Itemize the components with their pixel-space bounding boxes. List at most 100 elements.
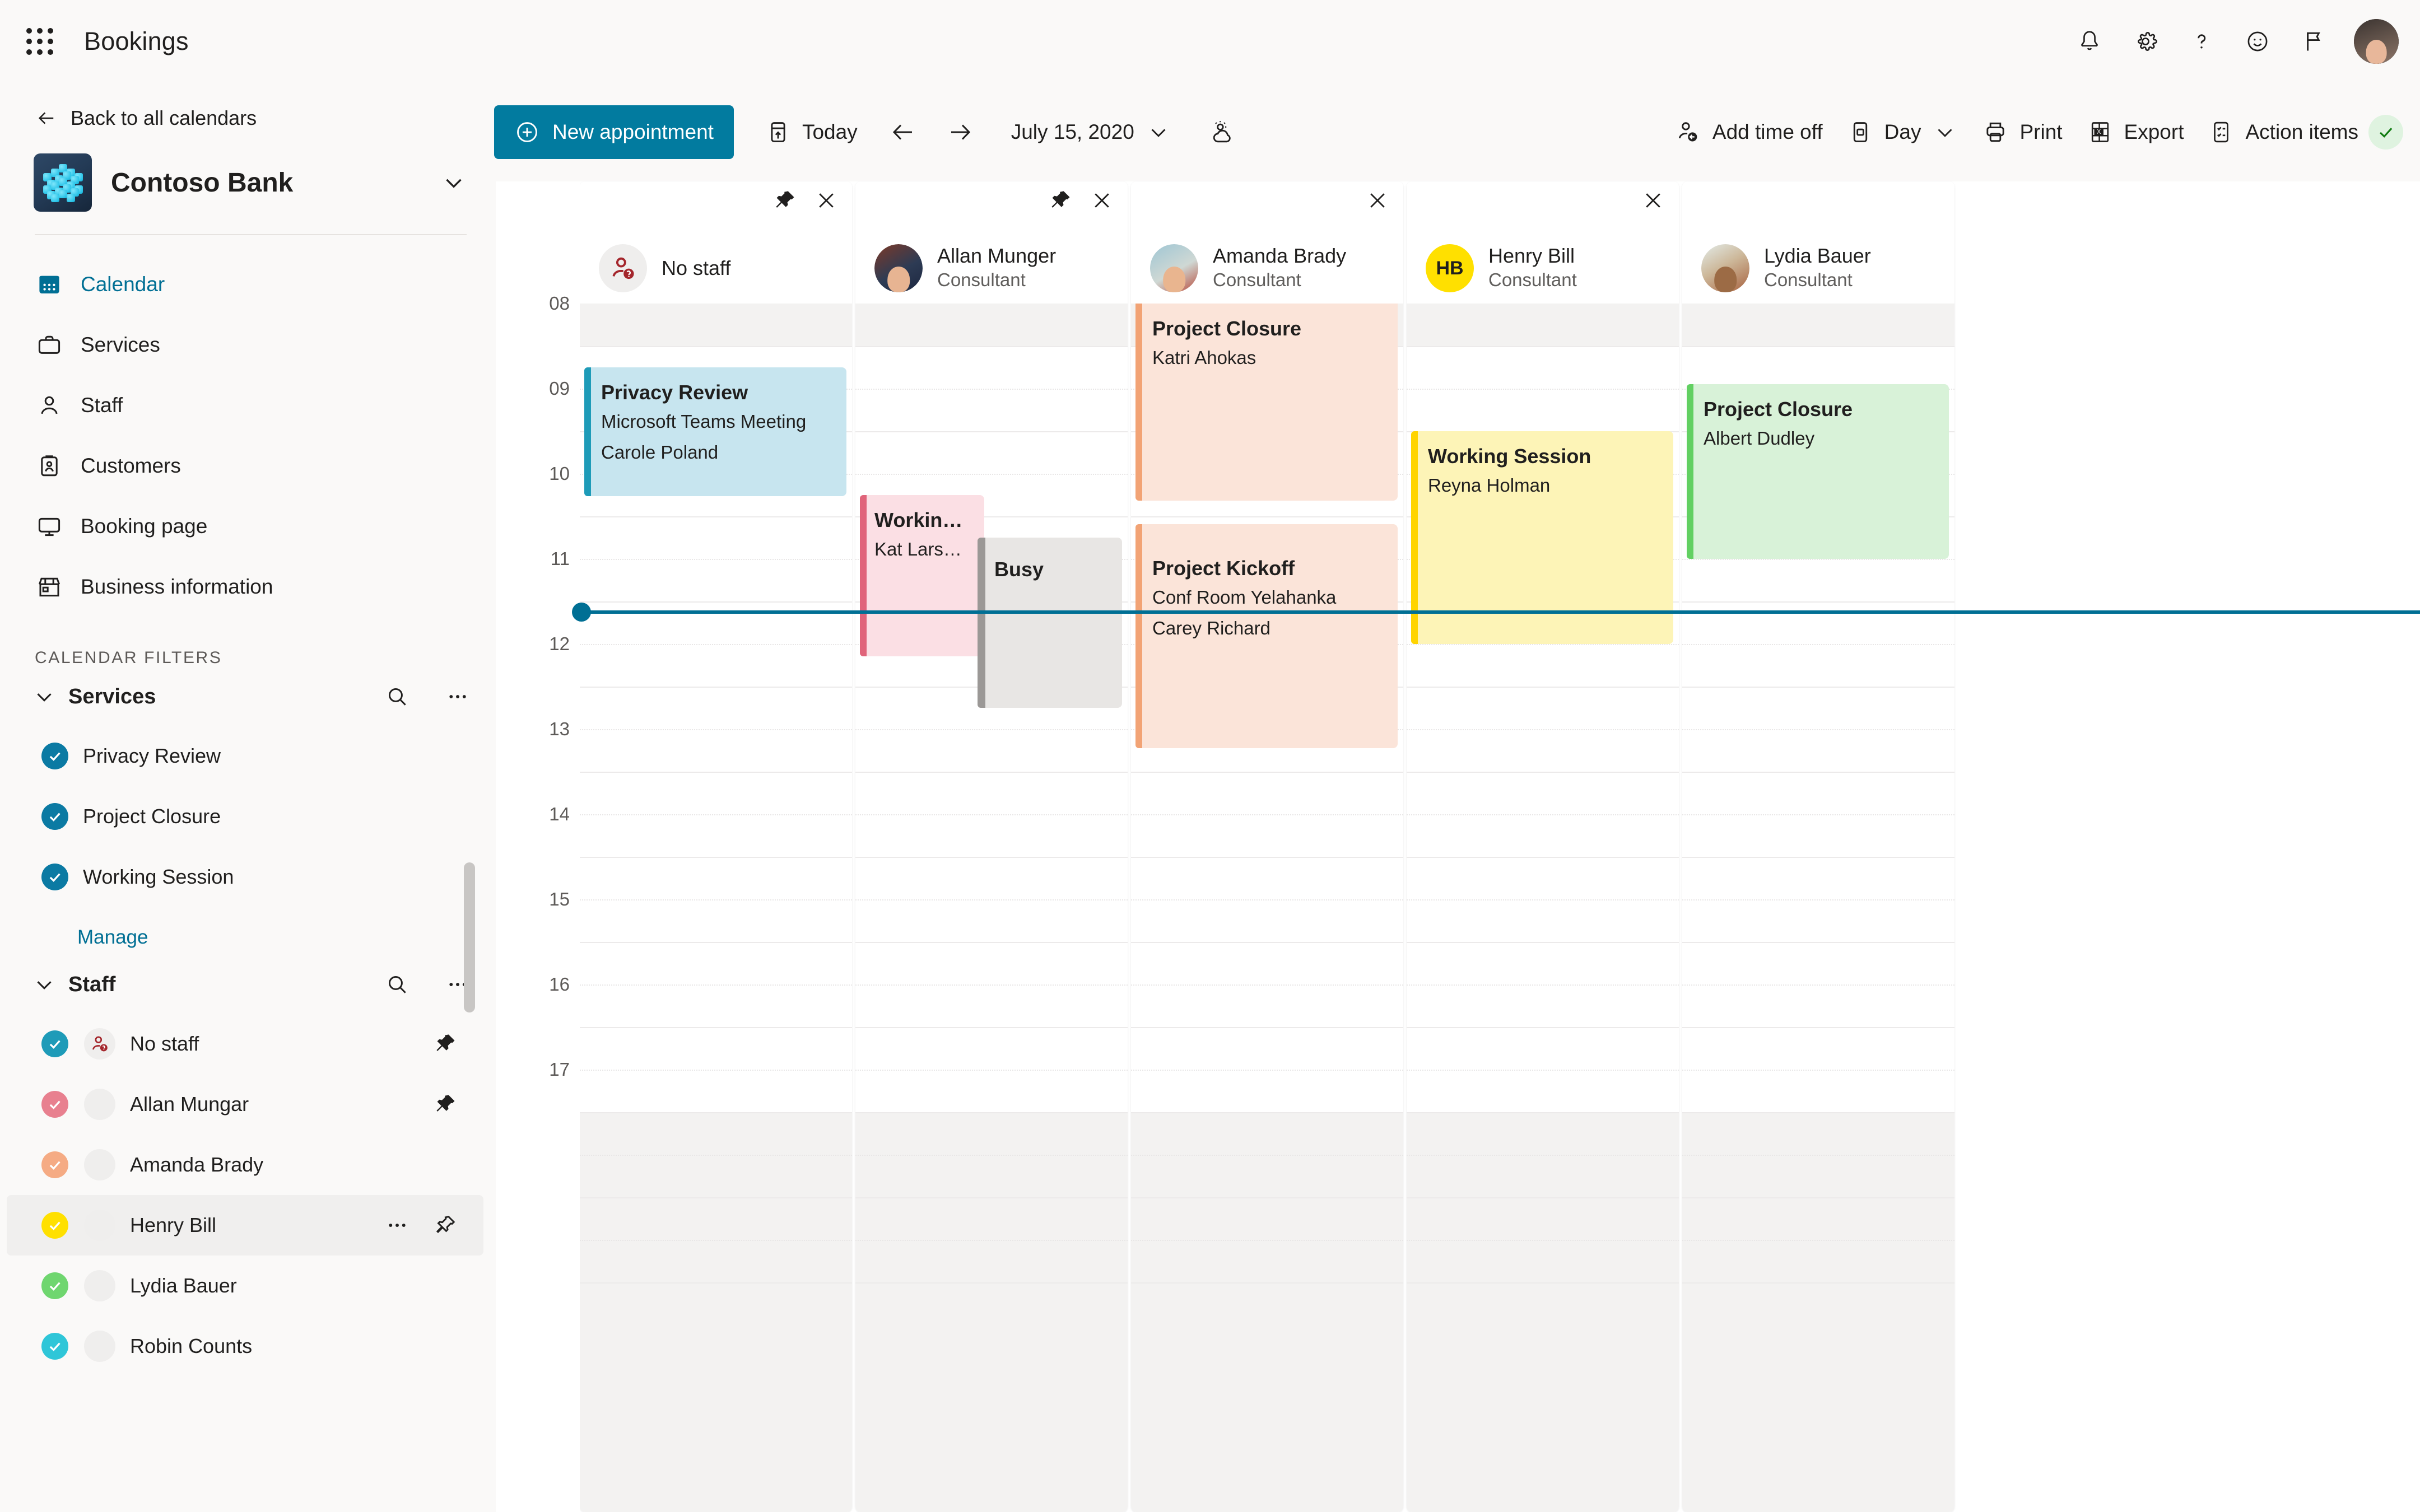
avatar <box>84 1210 115 1241</box>
notifications-icon[interactable] <box>2061 13 2118 69</box>
event-attendee: Carole Poland <box>601 441 719 463</box>
event-title: Workin… <box>874 508 963 531</box>
pin-filled-icon[interactable] <box>772 188 797 213</box>
avatar <box>84 1331 115 1362</box>
filter-label: Project Closure <box>83 805 221 828</box>
search-icon[interactable] <box>385 684 409 709</box>
appointment-project-kickoff[interactable]: Project Kickoff Conf Room Yelahanka Care… <box>1135 524 1398 748</box>
checkbox-checked-icon[interactable] <box>41 1212 68 1239</box>
export-button[interactable]: X Export <box>2075 105 2196 159</box>
pin-filled-icon[interactable] <box>1048 188 1073 213</box>
staff-filter-amanda-brady[interactable]: Amanda Brady <box>7 1135 483 1195</box>
date-picker[interactable]: July 15, 2020 <box>999 105 1184 159</box>
event-attendee: Albert Dudley <box>1704 428 1815 449</box>
sidebar-item-services[interactable]: Services <box>0 315 496 375</box>
staff-filter-lydia-bauer[interactable]: Lydia Bauer <box>7 1256 483 1316</box>
column-grid[interactable]: Project Closure Albert Dudley <box>1682 304 1954 1512</box>
column-grid[interactable]: Privacy Review Microsoft Teams Meeting C… <box>580 304 852 1512</box>
sidebar-scrollbar[interactable] <box>464 862 475 1012</box>
checkbox-checked-icon[interactable] <box>41 1333 68 1360</box>
staff-name: Amanda Brady <box>1213 244 1347 268</box>
chevron-down-icon[interactable] <box>31 684 57 710</box>
export-label: Export <box>2124 120 2184 143</box>
sidebar-item-label: Services <box>81 333 160 356</box>
hour-label: 12 <box>549 633 570 654</box>
checkbox-checked-icon[interactable] <box>41 803 68 830</box>
more-options-icon[interactable] <box>445 684 470 709</box>
sidebar-divider <box>35 234 467 235</box>
print-label: Print <box>2019 120 2063 143</box>
today-button[interactable]: Today <box>753 105 870 159</box>
print-button[interactable]: Print <box>1970 105 2074 159</box>
chevron-down-icon <box>1151 129 1166 137</box>
appointment-privacy-review[interactable]: Privacy Review Microsoft Teams Meeting C… <box>584 367 846 496</box>
checkbox-checked-icon[interactable] <box>41 743 68 769</box>
flag-icon[interactable] <box>2286 13 2342 69</box>
appointment-project-closure[interactable]: Project Closure Albert Dudley <box>1687 384 1949 559</box>
event-title: Privacy Review <box>601 381 748 404</box>
storefront-icon <box>35 572 64 601</box>
user-avatar[interactable] <box>2354 19 2399 64</box>
appointment-busy[interactable]: Busy <box>978 538 1122 708</box>
calendar-selector[interactable]: Contoso Bank <box>0 130 496 212</box>
chevron-down-icon[interactable] <box>31 972 57 997</box>
manage-services-link[interactable]: Manage <box>0 907 496 949</box>
weather-sun-cloud-icon <box>1213 121 1231 143</box>
feedback-smiley-icon[interactable] <box>2230 13 2286 69</box>
staff-filter-henry-bill[interactable]: Henry Bill <box>7 1195 483 1256</box>
filter-item-privacy-review[interactable]: Privacy Review <box>7 726 483 786</box>
close-icon[interactable] <box>1641 188 1665 213</box>
staff-filter-label: Henry Bill <box>130 1214 217 1236</box>
app-launcher-waffle-icon[interactable] <box>21 23 58 60</box>
event-accent-bar <box>1687 384 1693 559</box>
staff-filter-allan-mungar[interactable]: Allan Mungar <box>7 1074 483 1135</box>
chevron-down-icon[interactable] <box>440 169 468 197</box>
action-items-button[interactable]: Action items <box>2196 105 2362 159</box>
sidebar-item-calendar[interactable]: Calendar <box>0 254 496 315</box>
next-day-button[interactable] <box>936 105 984 159</box>
filter-item-working-session[interactable]: Working Session <box>7 847 483 907</box>
event-accent-bar <box>978 538 985 708</box>
search-icon[interactable] <box>385 972 409 997</box>
close-icon[interactable] <box>1090 188 1114 213</box>
hour-label: 08 <box>549 293 570 314</box>
sidebar-item-booking-page[interactable]: Booking page <box>0 496 496 557</box>
settings-gear-icon[interactable] <box>2118 13 2174 69</box>
help-question-icon[interactable] <box>2174 13 2230 69</box>
avatar <box>1701 244 1749 292</box>
column-grid[interactable]: Project Closure Katri Ahokas Project Kic… <box>1131 299 1403 1512</box>
column-grid[interactable]: Working Session Reyna Holman <box>1407 304 1679 1512</box>
pin-filled-icon[interactable] <box>433 1092 458 1117</box>
checkbox-checked-icon[interactable] <box>41 1151 68 1178</box>
sidebar-item-staff[interactable]: Staff <box>0 375 496 436</box>
close-icon[interactable] <box>1365 188 1390 213</box>
sidebar-item-label: Calendar <box>81 273 165 296</box>
back-to-all-calendars-link[interactable]: Back to all calendars <box>0 83 496 130</box>
sidebar-item-business-information[interactable]: Business information <box>0 557 496 617</box>
weather-button[interactable] <box>1198 105 1246 159</box>
pin-filled-icon[interactable] <box>433 1032 458 1056</box>
plus-circle-icon <box>517 122 537 142</box>
appointment-working-session[interactable]: Workin… Kat Lars… <box>860 495 984 656</box>
checkbox-checked-icon[interactable] <box>41 864 68 890</box>
staff-column-henry-bill: HB Henry Bill Consultant Working Session… <box>1407 181 1679 1512</box>
view-selector[interactable]: Day <box>1835 105 1971 159</box>
sidebar-item-customers[interactable]: Customers <box>0 436 496 496</box>
close-icon[interactable] <box>814 188 839 213</box>
add-time-off-button[interactable]: Add time off <box>1663 105 1835 159</box>
column-grid[interactable]: Workin… Kat Lars… Busy <box>855 304 1128 1512</box>
checkbox-checked-icon[interactable] <box>41 1030 68 1057</box>
checkbox-checked-icon[interactable] <box>41 1091 68 1118</box>
filter-item-project-closure[interactable]: Project Closure <box>7 786 483 847</box>
view-label: Day <box>1884 120 1921 143</box>
more-options-icon[interactable] <box>385 1213 409 1238</box>
new-appointment-button[interactable]: New appointment <box>494 105 734 159</box>
appointment-project-closure[interactable]: Project Closure Katri Ahokas <box>1135 299 1398 501</box>
staff-filter-no-staff[interactable]: No staff <box>7 1014 483 1074</box>
previous-day-button[interactable] <box>879 105 927 159</box>
checkbox-checked-icon[interactable] <box>41 1272 68 1299</box>
arrow-left-icon <box>892 124 912 140</box>
pin-outline-icon[interactable] <box>433 1213 458 1238</box>
staff-filter-robin-counts[interactable]: Robin Counts <box>7 1316 483 1376</box>
contoso-logo-icon <box>34 153 92 212</box>
